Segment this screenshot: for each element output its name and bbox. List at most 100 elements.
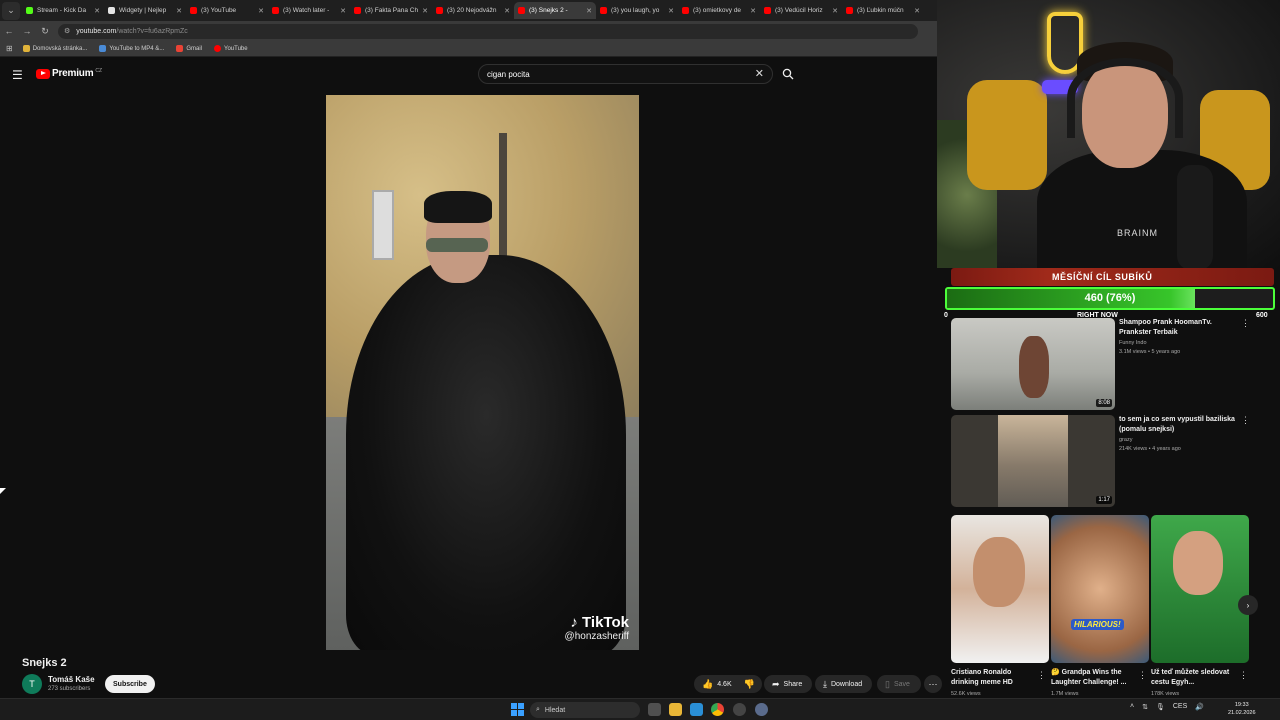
more-options-icon[interactable]: ⋮ [1239, 670, 1248, 681]
recommendation-item[interactable]: 1:17 to sem ja co sem vypustil baziliska… [951, 415, 1271, 507]
bookmark-youtube[interactable]: YouTube [214, 45, 248, 52]
store-icon[interactable] [690, 703, 703, 716]
more-actions-icon[interactable]: ⋯ [924, 675, 942, 693]
save-button[interactable]: ▯ Save [877, 675, 921, 693]
site-info-icon[interactable]: ⚙ [64, 27, 70, 35]
recommendation-title[interactable]: Shampoo Prank HoomanTv. Prankster Terbai… [1119, 318, 1239, 337]
more-options-icon[interactable]: ⋮ [1241, 415, 1250, 426]
apps-icon[interactable]: ⊞ [6, 44, 13, 53]
search-button[interactable] [775, 64, 801, 84]
video-frame-hair [424, 191, 492, 223]
language-indicator[interactable]: CES [1173, 703, 1187, 711]
browser-tab[interactable]: (3) Watch later - ✕ [268, 2, 350, 19]
browser-tab[interactable]: Widgety | Nejlep ✕ [104, 2, 186, 19]
reload-icon[interactable]: ↻ [36, 26, 54, 37]
windows-start-icon[interactable] [511, 703, 524, 716]
subscribe-button[interactable]: Subscribe [105, 675, 155, 693]
clear-search-icon[interactable]: ✕ [755, 67, 764, 80]
tab-favicon-icon [600, 7, 607, 14]
recommendation-channel[interactable]: grazy [1119, 437, 1132, 443]
close-tab-icon[interactable]: ✕ [422, 7, 428, 15]
microphone-icon [1177, 165, 1213, 268]
search-input[interactable]: cigan pocita ✕ [478, 64, 773, 84]
sub-goal-progress-bar: 460 (76%) [945, 287, 1275, 310]
more-options-icon[interactable]: ⋮ [1138, 670, 1147, 681]
webcam-chair [967, 80, 1047, 190]
browser-tab[interactable]: (3) Snejks 2 - ✕ [514, 2, 596, 19]
app-icon[interactable] [733, 703, 746, 716]
sub-goal-min: 0 [944, 312, 948, 319]
youtube-play-icon [36, 68, 50, 79]
bookmark-add-icon: ▯ [885, 678, 890, 689]
system-tray: ˄ ⇅ 🎙 CES 🔊 [1130, 703, 1204, 711]
browser-tab[interactable]: Stream - Kick Da ✕ [22, 2, 104, 19]
video-player[interactable]: ♪ TikTok @honzasheriff [326, 95, 639, 650]
download-button[interactable]: ⤓ Download [815, 675, 872, 693]
close-tab-icon[interactable]: ✕ [258, 7, 264, 15]
video-thumbnail[interactable]: 1:17 [951, 415, 1115, 507]
back-icon[interactable]: ← [0, 26, 18, 36]
short-thumbnail[interactable] [1151, 515, 1249, 663]
browser-tab[interactable]: (3) YouTube ✕ [186, 2, 268, 19]
recommendation-item[interactable]: 8:08 Shampoo Prank HoomanTv. Prankster T… [951, 318, 1271, 410]
short-thumbnail-face [973, 537, 1025, 607]
tab-search-menu[interactable]: ⌄ [2, 1, 20, 20]
task-view-icon[interactable] [648, 703, 661, 716]
thumbs-up-icon: 👍 [702, 678, 714, 689]
share-button[interactable]: ➦ Share [764, 675, 812, 693]
browser-tab[interactable]: (3) 20 Nejodvážn ✕ [432, 2, 514, 19]
browser-tab[interactable]: (3) Fakta Pana Ch ✕ [350, 2, 432, 19]
like-button[interactable]: 👍 4.6K 👎 [694, 675, 762, 693]
taskbar-search[interactable]: ⌕ Hledat [530, 702, 640, 718]
microphone-icon[interactable]: 🎙 [1156, 703, 1165, 711]
recommendation-meta: 3.1M views • 5 years ago [1119, 349, 1181, 355]
forward-icon[interactable]: → [18, 26, 36, 36]
youtube-logo[interactable]: Premium CZ [36, 68, 102, 79]
browser-tab[interactable]: (3) omietkovy de ✕ [678, 2, 760, 19]
close-tab-icon[interactable]: ✕ [340, 7, 346, 15]
taskbar-clock[interactable]: 19:33 21.02.2026 [1228, 701, 1256, 717]
tab-title: (3) you laugh, yo [611, 7, 660, 14]
file-explorer-icon[interactable] [669, 703, 682, 716]
close-tab-icon[interactable]: ✕ [504, 7, 510, 15]
chrome-icon[interactable] [711, 703, 724, 716]
browser-tab[interactable]: (3) Vedúcil Horiz ✕ [760, 2, 842, 19]
browser-tab[interactable]: (3) you laugh, yo ✕ [596, 2, 678, 19]
bookmark-yt-mp4[interactable]: YouTube to MP4 &... [99, 45, 164, 52]
share-icon: ➦ [772, 678, 780, 689]
network-icon[interactable]: ⇅ [1142, 703, 1148, 711]
short-meta: 178K views [1151, 691, 1180, 697]
recommendation-title[interactable]: to sem ja co sem vypustil baziliska (pom… [1119, 415, 1239, 434]
short-thumbnail[interactable] [951, 515, 1049, 663]
menu-icon[interactable]: ☰ [12, 68, 23, 82]
more-options-icon[interactable]: ⋮ [1037, 670, 1046, 681]
close-tab-icon[interactable]: ✕ [94, 7, 100, 15]
chevron-up-icon[interactable]: ˄ [1130, 703, 1134, 711]
address-bar[interactable]: ⚙ youtube.com/watch?v=fu6azRpmZc [58, 23, 918, 39]
short-title[interactable]: Cristiano Ronaldo drinking meme HD [951, 668, 1037, 688]
bookmark-icon [99, 45, 107, 52]
channel-avatar[interactable]: T [22, 674, 42, 694]
channel-name[interactable]: Tomáš Kaše [48, 675, 95, 684]
video-thumbnail[interactable]: 8:08 [951, 318, 1115, 410]
dislike-icon[interactable]: 👎 [744, 679, 755, 690]
bookmark-home[interactable]: Domovská stránka... [22, 45, 87, 52]
recommendation-channel[interactable]: Funny Indo [1119, 340, 1147, 346]
browser-tab[interactable]: (3) Ľubkin múčn ✕ [842, 2, 924, 19]
speaker-icon[interactable]: 🔊 [1195, 703, 1204, 711]
short-title[interactable]: 🤔 Grandpa Wins the Laughter Challenge! .… [1051, 668, 1137, 688]
bookmark-gmail[interactable]: Gmail [176, 45, 202, 52]
close-tab-icon[interactable]: ✕ [750, 7, 756, 15]
close-tab-icon[interactable]: ✕ [586, 7, 592, 15]
short-title[interactable]: Už teď můžete sledovat cestu Egyh... [1151, 668, 1237, 688]
close-tab-icon[interactable]: ✕ [832, 7, 838, 15]
tab-title: (3) Ľubkin múčn [857, 7, 904, 14]
close-tab-icon[interactable]: ✕ [914, 7, 920, 15]
close-tab-icon[interactable]: ✕ [176, 7, 182, 15]
close-tab-icon[interactable]: ✕ [668, 7, 674, 15]
chevron-right-icon[interactable]: › [1238, 595, 1258, 615]
shirt-brand: BRAINM [1117, 228, 1159, 238]
short-thumbnail[interactable]: HILARIOUS! [1051, 515, 1149, 663]
obs-icon[interactable] [755, 703, 768, 716]
more-options-icon[interactable]: ⋮ [1241, 318, 1250, 329]
